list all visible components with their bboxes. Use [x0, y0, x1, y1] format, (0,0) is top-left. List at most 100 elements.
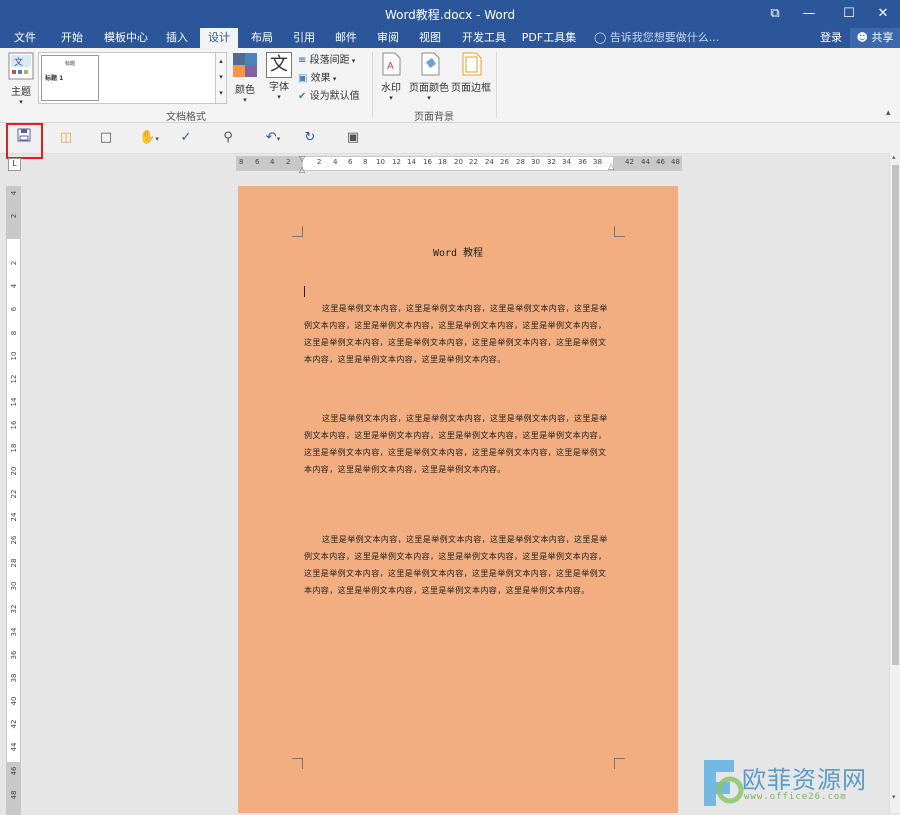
first-line-indent-marker[interactable]: ▽: [299, 154, 305, 163]
maximize-button[interactable]: ☐: [832, 0, 866, 28]
ruler-tick: 6: [10, 306, 18, 312]
minimize-button[interactable]: —: [792, 0, 826, 28]
ruler-tick: 28: [10, 558, 18, 568]
share-label: 共享: [871, 31, 894, 44]
document-title: Word 教程: [432, 248, 484, 259]
watermark-text: 欧菲资源网: [742, 766, 867, 794]
page-border-button[interactable]: 页面边框: [450, 52, 492, 94]
style-set-gallery[interactable]: 标题 标题 1: [38, 52, 216, 104]
crop-mark: [292, 758, 303, 769]
tab-templates[interactable]: 模板中心: [98, 28, 154, 48]
tab-home[interactable]: 开始: [52, 28, 92, 48]
paragraph-spacing-button[interactable]: ≡ 段落间距 ▾: [298, 52, 370, 70]
group-divider: [372, 52, 373, 118]
ruler-tick: 32: [547, 158, 556, 166]
tab-mailings[interactable]: 邮件: [328, 28, 364, 48]
watermark-icon: A: [382, 52, 401, 76]
tab-review[interactable]: 审阅: [370, 28, 406, 48]
ruler-tick: 4: [10, 190, 18, 196]
ruler-tick: 2: [317, 158, 322, 166]
document-paragraph: 这里是举例文本内容，这里是举例文本内容，这里是举例文本内容，这里是举例文本内容，…: [304, 535, 608, 595]
ruler-tick: 34: [562, 158, 571, 166]
ruler-tick: 30: [10, 581, 18, 591]
group-divider: [496, 52, 497, 118]
text-cursor: [304, 286, 305, 297]
ruler-tick: 10: [376, 158, 385, 166]
ribbon-display-button[interactable]: ⧉: [758, 0, 792, 28]
ruler-tick: 4: [10, 283, 18, 289]
ruler-tick: 10: [10, 351, 18, 361]
gallery-scroll[interactable]: ▴ ▾ ▾: [215, 52, 227, 104]
undo-icon[interactable]: ↶▾: [258, 128, 288, 148]
open-folder-icon[interactable]: ◫: [56, 128, 76, 148]
share-button[interactable]: ☻ 共享: [850, 28, 900, 48]
screen-icon[interactable]: ▣: [342, 128, 364, 148]
ruler-tick: 18: [438, 158, 447, 166]
document-paragraph: 这里是举例文本内容，这里是举例文本内容，这里是举例文本内容，这里是举例文本内容，…: [304, 414, 608, 474]
style-preview-title: 标题: [64, 61, 75, 67]
tab-pdf-tools[interactable]: PDF工具集: [518, 28, 580, 48]
ruler-tick: 20: [10, 466, 18, 476]
ruler-tick: 12: [392, 158, 401, 166]
svg-text:文: 文: [14, 56, 23, 68]
tab-selector[interactable]: L: [8, 158, 21, 171]
ruler-tick: 22: [469, 158, 478, 166]
ruler-tick: 2: [10, 213, 18, 219]
ruler-tick: 16: [10, 420, 18, 430]
ruler-tick: 44: [10, 742, 18, 752]
tab-view[interactable]: 视图: [412, 28, 448, 48]
right-indent-marker[interactable]: △: [608, 162, 614, 171]
fonts-label: 字体: [269, 82, 289, 93]
tab-references[interactable]: 引用: [286, 28, 322, 48]
style-set-item[interactable]: 标题 标题 1: [41, 55, 99, 101]
tab-insert[interactable]: 插入: [158, 28, 196, 48]
collapse-ribbon-icon[interactable]: ▴: [886, 108, 891, 118]
ruler-tick: 46: [10, 766, 18, 776]
ruler-tick: 14: [10, 397, 18, 407]
paint-bucket-icon: [421, 52, 440, 76]
touch-mode-icon[interactable]: ✋▾: [134, 128, 164, 148]
set-default-button[interactable]: ✔ 设为默认值: [298, 88, 370, 106]
close-button[interactable]: ✕: [866, 0, 900, 28]
ruler-tick: 12: [10, 374, 18, 384]
redo-icon[interactable]: ↻: [300, 128, 320, 148]
theme-button[interactable]: 文 主题 ▾: [6, 52, 36, 106]
ruler-tick: 26: [10, 535, 18, 545]
chevron-down-icon: ▾: [389, 94, 393, 102]
login-link[interactable]: 登录: [820, 28, 842, 48]
scroll-thumb[interactable]: [892, 165, 899, 665]
watermark-button[interactable]: A 水印 ▾: [378, 52, 404, 102]
colors-button[interactable]: 颜色 ▾: [230, 52, 260, 104]
ruler-tick: 46: [656, 158, 665, 166]
document-page[interactable]: Word 教程 这里是举例文本内容，这里是举例文本内容，这里是举例文本内容，这里…: [238, 186, 678, 813]
tell-me-box[interactable]: ◯ 告诉我您想要做什么...: [594, 28, 719, 48]
scroll-up-icon[interactable]: ▴: [892, 153, 896, 161]
tab-file[interactable]: 文件: [6, 28, 44, 48]
spelling-icon[interactable]: ✓: [176, 128, 196, 148]
ruler-tick: 16: [423, 158, 432, 166]
paragraph-spacing-label: 段落间距: [309, 55, 350, 66]
vertical-scrollbar[interactable]: ▴ ▾: [889, 153, 900, 813]
person-icon: ☻: [856, 31, 868, 44]
tab-design[interactable]: 设计: [200, 28, 238, 48]
save-icon[interactable]: [14, 128, 34, 148]
fonts-button[interactable]: 文 字体 ▾: [264, 52, 294, 101]
ruler-tick: 38: [10, 673, 18, 683]
ruler-tick: 42: [10, 719, 18, 729]
page-color-button[interactable]: 页面颜色 ▾: [408, 52, 450, 102]
tab-layout[interactable]: 布局: [244, 28, 280, 48]
tab-developer[interactable]: 开发工具: [456, 28, 512, 48]
group-label-page-bg: 页面背景: [414, 112, 454, 123]
ruler-tick: 42: [625, 158, 634, 166]
style-preview-heading: 标题 1: [45, 75, 64, 82]
ribbon-design: 文 主题 ▾ 标题 标题 1 ▴ ▾ ▾ 颜色 ▾ 文 字体 ▾ ≡ 段落间距 ▾ …: [0, 48, 900, 123]
vertical-ruler[interactable]: 4 2 2 4 6 8 10 12 14 16 18 20 22 24 26 2…: [6, 186, 21, 815]
crop-mark: [292, 226, 303, 237]
effects-button[interactable]: ▣ 效果 ▾: [298, 70, 370, 88]
new-document-icon[interactable]: □: [96, 128, 116, 148]
page-border-label: 页面边框: [451, 83, 491, 94]
ruler-tick: 20: [454, 158, 463, 166]
left-indent-marker[interactable]: △: [299, 165, 305, 174]
print-preview-icon[interactable]: ⚲: [218, 128, 238, 148]
ruler-tick: 22: [10, 489, 18, 499]
